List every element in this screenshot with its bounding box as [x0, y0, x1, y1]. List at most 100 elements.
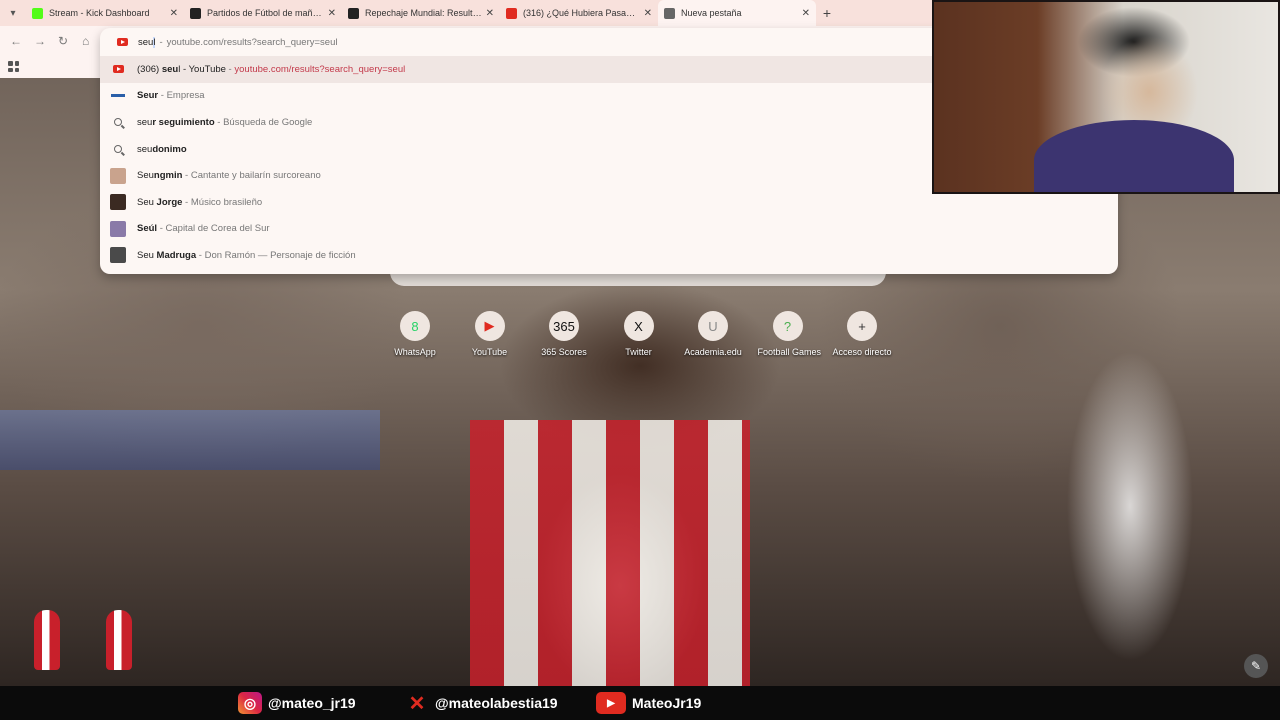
omnibox-suggestion[interactable]: (306) seul - YouTube - youtube.com/resul… [100, 56, 932, 83]
omnibox-suggestion[interactable]: Seúl - Capital de Corea del Sur [100, 216, 1118, 243]
suggestion-match: Jorge [156, 196, 183, 208]
character-thumb [110, 247, 126, 264]
tab-favicon-icon [190, 7, 201, 19]
suggestion-match: r seguimiento [152, 116, 215, 128]
tab-close-icon[interactable]: ✕ [328, 8, 336, 19]
suggestion-match: Seúl [137, 223, 158, 235]
suggestion-prefix: Seu [137, 249, 157, 261]
tab-title: (316) ¿Qué Hubiera Pasado Si C... [523, 8, 640, 18]
suggestion-prefix: Seu [137, 170, 154, 182]
players-graphic [10, 600, 160, 686]
suggestion-match: seu [161, 63, 179, 75]
tab-3[interactable]: (316) ¿Qué Hubiera Pasado Si C... ✕ [500, 0, 658, 26]
suggestion-description: Búsqueda de Google [223, 116, 313, 128]
shortcut-icon: 8 [400, 311, 430, 341]
shortcut-tile[interactable]: ▶ YouTube [460, 311, 520, 357]
tab-close-icon[interactable]: ✕ [644, 8, 652, 19]
tab-2[interactable]: Repechaje Mundial: Resultados ✕ [342, 0, 500, 26]
shortcut-label: YouTube [471, 347, 508, 357]
shortcut-label: 365 Scores [541, 347, 587, 357]
webcam-overlay [932, 0, 1280, 194]
player-figure [106, 610, 132, 670]
suggestion-match: Madruga [156, 249, 197, 261]
social-bar: ◎ @mateo_jr19 ✕ @mateolabestia19 ▶ Mateo… [0, 686, 1280, 720]
youtube-logo-icon: ▶ [596, 692, 626, 714]
suggestion-separator: - [158, 90, 167, 102]
tab-strip: ▾ Stream - Kick Dashboard ✕ Partidos de Fú… [0, 0, 932, 26]
company-logo-icon [110, 88, 126, 104]
tab-title: Repechaje Mundial: Resultados [365, 8, 482, 18]
youtube-handle: ▶ MateoJr19 [596, 692, 701, 714]
suggestion-match: ngmin [153, 170, 183, 182]
x-icon: ✕ [408, 692, 426, 715]
suggestion-description: Empresa [166, 90, 205, 102]
shortcut-icon: ▶ [474, 311, 505, 341]
tab-favicon-icon [506, 7, 517, 19]
shortcut-tile[interactable]: 8 WhatsApp [385, 311, 445, 357]
suggestion-prefix: Seu [137, 196, 157, 208]
city-thumb [110, 220, 126, 237]
stadium-banner [0, 410, 380, 470]
back-icon[interactable]: ← [10, 34, 22, 48]
suggestion-description: Músico brasileño [190, 196, 263, 208]
shortcut-icon: X [623, 311, 654, 341]
tab-favicon-icon [348, 7, 359, 19]
omnibox-completion: l [153, 36, 156, 48]
shortcut-tile[interactable]: X Twitter [609, 311, 669, 357]
shortcut-tile[interactable]: U Academia.edu [683, 311, 743, 357]
reload-icon[interactable]: ↻ [58, 34, 68, 48]
apps-icon[interactable] [8, 61, 19, 72]
shortcut-icon: U [698, 311, 728, 341]
tab-title: Stream - Kick Dashboard [49, 8, 150, 18]
forward-icon[interactable]: → [34, 34, 46, 48]
instagram-handle: ◎ @mateo_jr19 [238, 692, 356, 714]
suggestion-separator: - [214, 116, 224, 128]
bookmarks-bar [0, 56, 100, 78]
omnibox-suggestion[interactable]: Seu Madruga - Don Ramón — Personaje de f… [100, 242, 1118, 269]
suggestion-separator: - [157, 223, 166, 235]
webcam-feed [934, 2, 1278, 192]
home-icon[interactable]: ⌂ [82, 34, 89, 48]
shortcut-tile[interactable]: 365 365 Scores [534, 311, 594, 357]
suggestion-description: Capital de Corea del Sur [165, 223, 270, 235]
tab-4[interactable]: Nueva pestaña ✕ [658, 0, 816, 26]
shortcut-label: WhatsApp [394, 347, 436, 357]
customize-edit-icon[interactable]: ✎ [1244, 654, 1268, 678]
suggestion-suffix: l - YouTube [178, 63, 226, 75]
tab-close-icon[interactable]: ✕ [486, 8, 494, 19]
shortcut-tile[interactable]: + Acceso directo [832, 311, 892, 357]
tab-close-icon[interactable]: ✕ [802, 8, 810, 19]
tab-title: Nueva pestaña [681, 8, 742, 18]
shortcut-label: Academia.edu [684, 347, 742, 357]
omnibox-typed-text: seu [138, 36, 154, 48]
person-thumb [110, 194, 126, 211]
tab-close-icon[interactable]: ✕ [170, 8, 178, 19]
tab-1[interactable]: Partidos de Fútbol de mañana ✕ [184, 0, 342, 26]
tab-favicon-icon [32, 7, 43, 19]
shortcut-icon: 365 [549, 311, 579, 341]
new-tab-button[interactable]: + [816, 5, 838, 21]
shortcut-label: Acceso directo [832, 347, 892, 357]
omnibox-inline-hint: youtube.com/results?search_query=seul [166, 36, 338, 48]
suggestion-description: Cantante y bailarín surcoreano [190, 170, 321, 182]
x-handle: ✕ @mateolabestia19 [405, 692, 558, 715]
suggestion-prefix: seu [137, 116, 153, 128]
streamer-shirt [1034, 120, 1234, 192]
youtube-icon [114, 38, 130, 46]
person-thumb [110, 167, 126, 184]
tab-0[interactable]: Stream - Kick Dashboard ✕ [26, 0, 184, 26]
omnibox-input[interactable]: seu l - youtube.com/results?search_query=… [100, 28, 932, 56]
shortcut-icon: ? [772, 311, 803, 341]
shortcut-label: Football Games [757, 347, 822, 357]
youtube-icon [110, 61, 126, 77]
suggestion-prefix: seu [137, 143, 153, 155]
suggestion-separator: - [182, 196, 191, 208]
suggestion-prefix: (306) [137, 63, 162, 75]
suggestion-description: Don Ramón — Personaje de ficción [204, 249, 356, 261]
tab-search-button[interactable]: ▾ [0, 0, 26, 26]
suggestion-match: Seur [137, 90, 159, 102]
shortcut-icon: + [847, 311, 877, 341]
shortcut-tile[interactable]: ? Football Games [757, 311, 822, 357]
instagram-icon: ◎ [238, 692, 262, 714]
tab-favicon-icon [664, 7, 675, 19]
